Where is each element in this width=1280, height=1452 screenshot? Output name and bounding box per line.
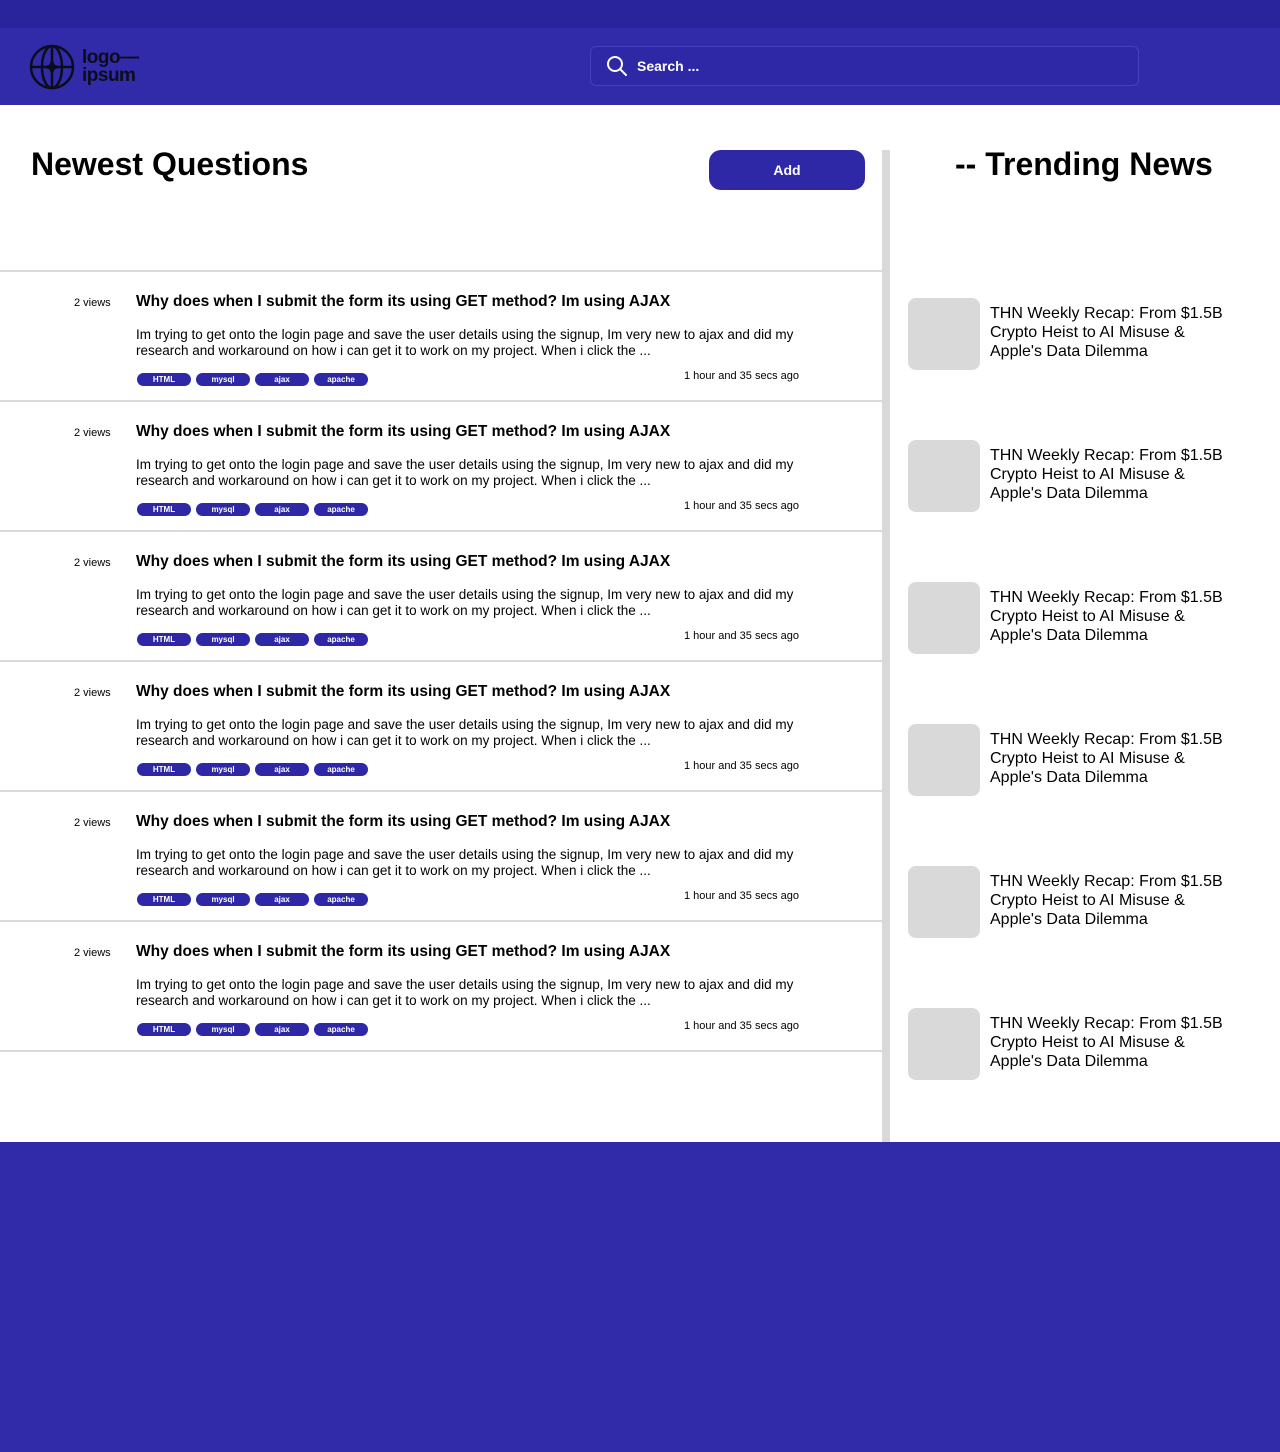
tag-ajax[interactable]: ajax xyxy=(255,503,309,516)
question-excerpt: Im trying to get onto the login page and… xyxy=(136,587,794,618)
tag-apache[interactable]: apache xyxy=(314,503,368,516)
view-count: 2 views xyxy=(74,427,111,439)
news-item[interactable]: THN Weekly Recap: From $1.5B Crypto Heis… xyxy=(908,1008,1268,1150)
tag-mysql[interactable]: mysql xyxy=(196,1023,250,1036)
tag-html[interactable]: HTML xyxy=(137,1023,191,1036)
news-headline-link[interactable]: THN Weekly Recap: From $1.5B Crypto Heis… xyxy=(990,1014,1240,1071)
question-item[interactable]: 2 views Why does when I submit the form … xyxy=(0,270,882,400)
question-title-link[interactable]: Why does when I submit the form its usin… xyxy=(136,293,670,311)
news-item[interactable]: THN Weekly Recap: From $1.5B Crypto Heis… xyxy=(908,866,1268,1008)
tag-html[interactable]: HTML xyxy=(137,633,191,646)
tag-html[interactable]: HTML xyxy=(137,503,191,516)
tag-mysql[interactable]: mysql xyxy=(196,373,250,386)
question-title-link[interactable]: Why does when I submit the form its usin… xyxy=(136,553,670,571)
tag-apache[interactable]: apache xyxy=(314,893,368,906)
search-icon xyxy=(607,56,627,76)
question-item[interactable]: 2 views Why does when I submit the form … xyxy=(0,660,882,790)
question-excerpt: Im trying to get onto the login page and… xyxy=(136,717,794,748)
question-item[interactable]: 2 views Why does when I submit the form … xyxy=(0,530,882,660)
question-timestamp: 1 hour and 35 secs ago xyxy=(684,1020,799,1032)
question-excerpt: Im trying to get onto the login page and… xyxy=(136,847,794,878)
view-count: 2 views xyxy=(74,817,111,829)
news-headline-link[interactable]: THN Weekly Recap: From $1.5B Crypto Heis… xyxy=(990,588,1240,645)
tag-ajax[interactable]: ajax xyxy=(255,763,309,776)
news-thumbnail[interactable] xyxy=(908,1008,980,1080)
tag-list: HTML mysql ajax apache xyxy=(137,503,368,516)
tag-html[interactable]: HTML xyxy=(137,373,191,386)
add-question-button[interactable]: Add xyxy=(709,150,865,190)
tag-list: HTML mysql ajax apache xyxy=(137,763,368,776)
question-item[interactable]: 2 views Why does when I submit the form … xyxy=(0,790,882,920)
tag-html[interactable]: HTML xyxy=(137,763,191,776)
tag-ajax[interactable]: ajax xyxy=(255,633,309,646)
trending-news-title: -- Trending News xyxy=(955,146,1213,182)
logo[interactable]: logo— ipsum xyxy=(29,44,159,90)
view-count: 2 views xyxy=(74,687,111,699)
view-count: 2 views xyxy=(74,297,111,309)
tag-mysql[interactable]: mysql xyxy=(196,633,250,646)
news-headline-link[interactable]: THN Weekly Recap: From $1.5B Crypto Heis… xyxy=(990,730,1240,787)
tag-mysql[interactable]: mysql xyxy=(196,893,250,906)
news-thumbnail[interactable] xyxy=(908,582,980,654)
tag-ajax[interactable]: ajax xyxy=(255,373,309,386)
news-item[interactable]: THN Weekly Recap: From $1.5B Crypto Heis… xyxy=(908,582,1268,724)
logo-line2: ipsum xyxy=(82,65,136,86)
news-headline-link[interactable]: THN Weekly Recap: From $1.5B Crypto Heis… xyxy=(990,446,1240,503)
tag-list: HTML mysql ajax apache xyxy=(137,633,368,646)
footer xyxy=(0,1142,1280,1452)
globe-logo-icon xyxy=(29,44,75,90)
news-item[interactable]: THN Weekly Recap: From $1.5B Crypto Heis… xyxy=(908,298,1268,440)
question-excerpt: Im trying to get onto the login page and… xyxy=(136,457,794,488)
news-item[interactable]: THN Weekly Recap: From $1.5B Crypto Heis… xyxy=(908,724,1268,866)
page-title: Newest Questions xyxy=(31,146,309,182)
top-strip xyxy=(0,0,1280,28)
news-thumbnail[interactable] xyxy=(908,866,980,938)
search-placeholder: Search ... xyxy=(637,58,700,74)
search-input[interactable]: Search ... xyxy=(590,46,1139,86)
tag-ajax[interactable]: ajax xyxy=(255,1023,309,1036)
logo-text: logo— ipsum xyxy=(82,48,139,86)
tag-ajax[interactable]: ajax xyxy=(255,893,309,906)
question-title-link[interactable]: Why does when I submit the form its usin… xyxy=(136,813,670,831)
tag-list: HTML mysql ajax apache xyxy=(137,1023,368,1036)
question-title-link[interactable]: Why does when I submit the form its usin… xyxy=(136,943,670,961)
question-excerpt: Im trying to get onto the login page and… xyxy=(136,327,794,358)
trending-news-list: THN Weekly Recap: From $1.5B Crypto Heis… xyxy=(908,298,1268,1150)
site-header: logo— ipsum Search ... xyxy=(0,28,1280,105)
question-timestamp: 1 hour and 35 secs ago xyxy=(684,760,799,772)
tag-apache[interactable]: apache xyxy=(314,763,368,776)
question-timestamp: 1 hour and 35 secs ago xyxy=(684,630,799,642)
question-item[interactable]: 2 views Why does when I submit the form … xyxy=(0,920,882,1052)
question-title-link[interactable]: Why does when I submit the form its usin… xyxy=(136,423,670,441)
tag-list: HTML mysql ajax apache xyxy=(137,893,368,906)
news-thumbnail[interactable] xyxy=(908,440,980,512)
tag-apache[interactable]: apache xyxy=(314,1023,368,1036)
news-item[interactable]: THN Weekly Recap: From $1.5B Crypto Heis… xyxy=(908,440,1268,582)
column-divider xyxy=(882,150,890,1142)
question-item[interactable]: 2 views Why does when I submit the form … xyxy=(0,400,882,530)
question-title-link[interactable]: Why does when I submit the form its usin… xyxy=(136,683,670,701)
tag-html[interactable]: HTML xyxy=(137,893,191,906)
question-timestamp: 1 hour and 35 secs ago xyxy=(684,890,799,902)
tag-mysql[interactable]: mysql xyxy=(196,763,250,776)
view-count: 2 views xyxy=(74,557,111,569)
question-timestamp: 1 hour and 35 secs ago xyxy=(684,500,799,512)
question-excerpt: Im trying to get onto the login page and… xyxy=(136,977,794,1008)
news-headline-link[interactable]: THN Weekly Recap: From $1.5B Crypto Heis… xyxy=(990,872,1240,929)
news-thumbnail[interactable] xyxy=(908,298,980,370)
question-list: 2 views Why does when I submit the form … xyxy=(0,270,882,1052)
tag-mysql[interactable]: mysql xyxy=(196,503,250,516)
tag-list: HTML mysql ajax apache xyxy=(137,373,368,386)
tag-apache[interactable]: apache xyxy=(314,373,368,386)
news-thumbnail[interactable] xyxy=(908,724,980,796)
news-headline-link[interactable]: THN Weekly Recap: From $1.5B Crypto Heis… xyxy=(990,304,1240,361)
view-count: 2 views xyxy=(74,947,111,959)
question-timestamp: 1 hour and 35 secs ago xyxy=(684,370,799,382)
tag-apache[interactable]: apache xyxy=(314,633,368,646)
